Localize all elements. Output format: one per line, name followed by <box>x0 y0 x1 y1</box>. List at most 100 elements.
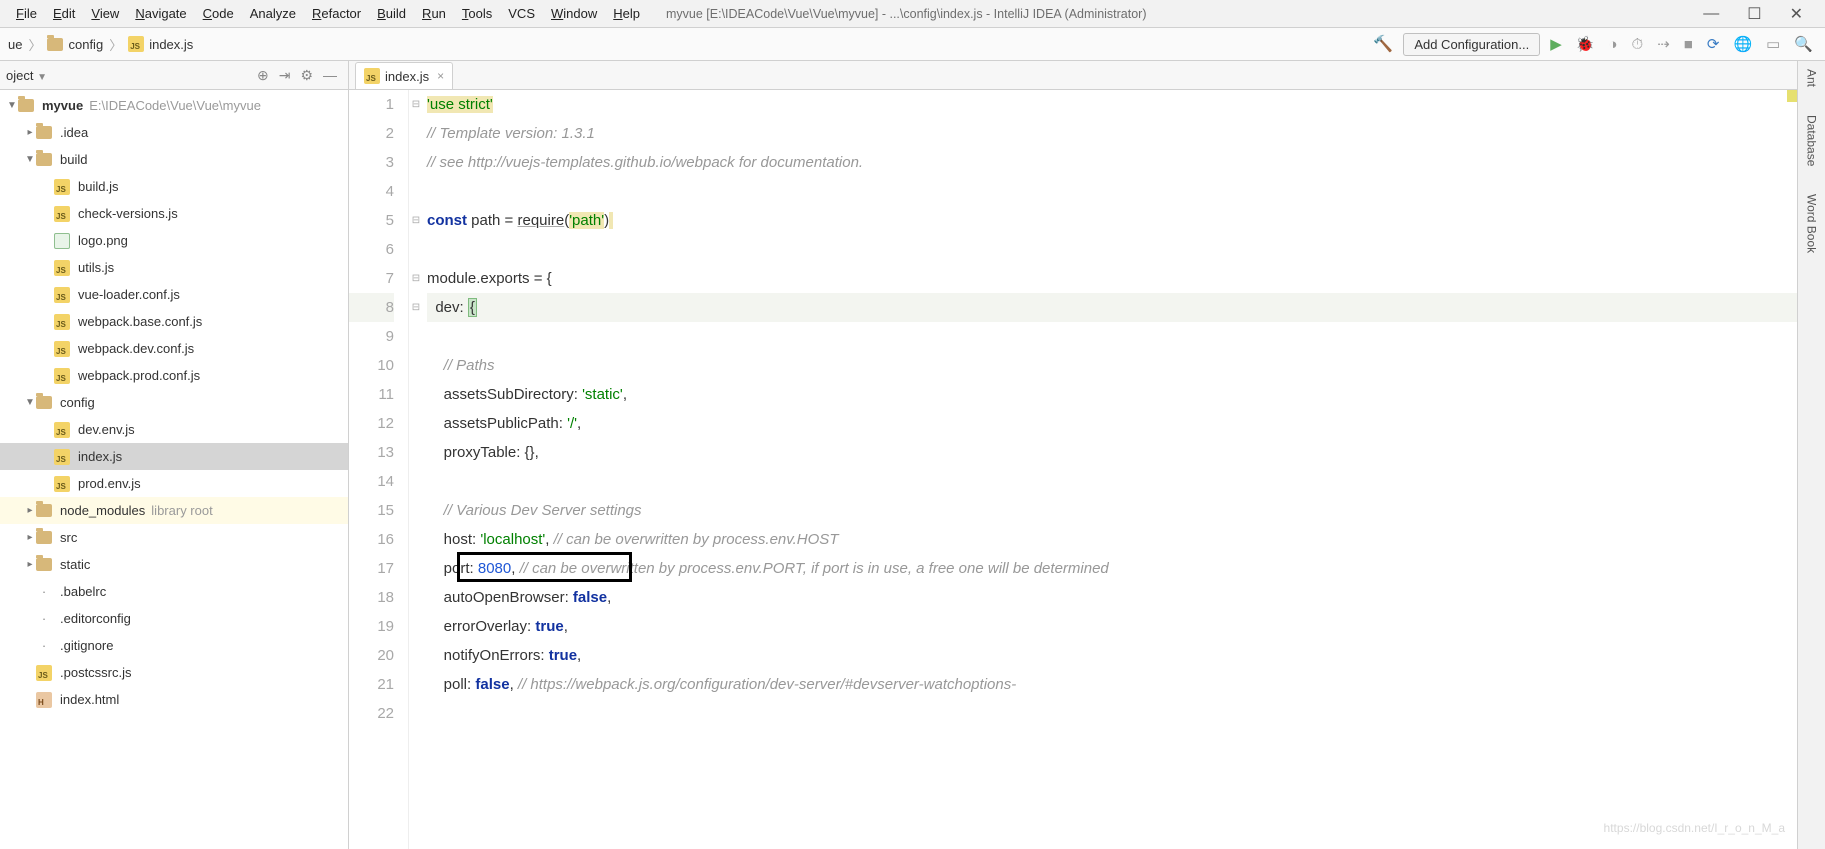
breadcrumb-config[interactable]: config <box>43 37 107 52</box>
code-line-19[interactable]: errorOverlay: true, <box>427 612 1797 641</box>
menu-vcs[interactable]: VCS <box>500 6 543 21</box>
tree-item-webpack-base-conf-js[interactable]: JSwebpack.base.conf.js <box>0 308 348 335</box>
tree-item-dev-env-js[interactable]: JSdev.env.js <box>0 416 348 443</box>
tree-root[interactable]: ▼myvueE:\IDEACode\Vue\Vue\myvue <box>0 92 348 119</box>
tree-item-index-js[interactable]: JSindex.js <box>0 443 348 470</box>
attach-icon[interactable]: ⇢ <box>1653 35 1674 53</box>
js-file-icon: JS <box>54 422 70 438</box>
tree-item--idea[interactable]: ▸.idea <box>0 119 348 146</box>
chevron-right-icon: 〉 <box>26 35 43 54</box>
breadcrumb-root[interactable]: ue <box>4 37 26 52</box>
code-line-11[interactable]: assetsSubDirectory: 'static', <box>427 380 1797 409</box>
js-file-icon: JS <box>54 179 70 195</box>
translate-icon[interactable]: 🌐 <box>1729 35 1756 53</box>
menu-edit[interactable]: Edit <box>45 6 83 21</box>
tree-item-webpack-prod-conf-js[interactable]: JSwebpack.prod.conf.js <box>0 362 348 389</box>
tree-item--babelrc[interactable]: ·.babelrc <box>0 578 348 605</box>
menu-refactor[interactable]: Refactor <box>304 6 369 21</box>
js-file-icon: JS <box>54 476 70 492</box>
tree-item-build[interactable]: ▼build <box>0 146 348 173</box>
code-line-1[interactable]: 'use strict' <box>427 90 1797 119</box>
gear-icon[interactable]: ⚙ <box>295 67 318 84</box>
maximize-button[interactable]: ☐ <box>1733 4 1775 24</box>
close-icon[interactable]: × <box>437 69 444 83</box>
js-file-icon: JS <box>54 206 70 222</box>
code-line-5[interactable]: const path = require('path') <box>427 206 1797 235</box>
tree-item-config[interactable]: ▼config <box>0 389 348 416</box>
code-line-9[interactable] <box>427 322 1797 351</box>
stop-icon[interactable]: ■ <box>1680 36 1697 53</box>
code-line-22[interactable] <box>427 699 1797 728</box>
code-line-16[interactable]: host: 'localhost', // can be overwritten… <box>427 525 1797 554</box>
js-file-icon: JS <box>54 314 70 330</box>
tree-item-index-html[interactable]: Hindex.html <box>0 686 348 713</box>
code-line-2[interactable]: // Template version: 1.3.1 <box>427 119 1797 148</box>
tool-wordbook[interactable]: Word Book <box>1805 194 1819 253</box>
hide-icon[interactable]: ― <box>318 67 342 83</box>
tree-item-vue-loader-conf-js[interactable]: JSvue-loader.conf.js <box>0 281 348 308</box>
build-icon[interactable]: 🔨 <box>1369 34 1397 54</box>
code-content[interactable]: https://blog.csdn.net/I_r_o_n_M_a 'use s… <box>423 90 1797 849</box>
menu-build[interactable]: Build <box>369 6 414 21</box>
breadcrumb-file[interactable]: JSindex.js <box>124 36 197 52</box>
tree-item-utils-js[interactable]: JSutils.js <box>0 254 348 281</box>
tree-item--postcssrc-js[interactable]: JS.postcssrc.js <box>0 659 348 686</box>
project-panel-title[interactable]: oject ▼ <box>6 68 252 83</box>
menu-run[interactable]: Run <box>414 6 454 21</box>
expand-icon[interactable]: ⇥ <box>274 67 296 84</box>
search-icon[interactable]: 🔍 <box>1790 35 1817 53</box>
code-line-8[interactable]: dev: { <box>427 293 1797 322</box>
js-file-icon: JS <box>54 287 70 303</box>
tab-index-js[interactable]: JS index.js × <box>355 62 453 89</box>
line-gutter: 12345678910111213141516171819202122 <box>349 90 409 849</box>
code-line-20[interactable]: notifyOnErrors: true, <box>427 641 1797 670</box>
code-editor[interactable]: 12345678910111213141516171819202122 ⊟⊟⊟⊟… <box>349 90 1797 849</box>
code-line-3[interactable]: // see http://vuejs-templates.github.io/… <box>427 148 1797 177</box>
code-line-17[interactable]: port: 8080, // can be overwritten by pro… <box>427 554 1797 583</box>
tree-item-logo-png[interactable]: logo.png <box>0 227 348 254</box>
menu-help[interactable]: Help <box>605 6 648 21</box>
code-line-14[interactable] <box>427 467 1797 496</box>
run-icon[interactable]: ▶ <box>1546 35 1566 53</box>
debug-icon[interactable]: 🐞 <box>1572 35 1599 53</box>
code-line-6[interactable] <box>427 235 1797 264</box>
minimize-button[interactable]: ― <box>1689 5 1733 23</box>
locate-icon[interactable]: ⊕ <box>252 67 274 84</box>
tool-ant[interactable]: Ant <box>1805 69 1819 87</box>
code-line-12[interactable]: assetsPublicPath: '/', <box>427 409 1797 438</box>
tree-item-static[interactable]: ▸static <box>0 551 348 578</box>
image-file-icon <box>54 233 70 249</box>
menu-window[interactable]: Window <box>543 6 605 21</box>
code-line-7[interactable]: module.exports = { <box>427 264 1797 293</box>
menu-analyze[interactable]: Analyze <box>242 6 304 21</box>
js-file-icon: JS <box>54 341 70 357</box>
project-tree[interactable]: ▼myvueE:\IDEACode\Vue\Vue\myvue▸.idea▼bu… <box>0 90 348 849</box>
profile-icon[interactable]: ⏱ <box>1628 36 1648 53</box>
code-line-18[interactable]: autoOpenBrowser: false, <box>427 583 1797 612</box>
tree-item-prod-env-js[interactable]: JSprod.env.js <box>0 470 348 497</box>
menu-view[interactable]: View <box>83 6 127 21</box>
tool-database[interactable]: Database <box>1805 115 1819 166</box>
menu-code[interactable]: Code <box>195 6 242 21</box>
menu-file[interactable]: File <box>8 6 45 21</box>
code-line-15[interactable]: // Various Dev Server settings <box>427 496 1797 525</box>
editor-tabs: JS index.js × <box>349 61 1797 90</box>
close-button[interactable]: ✕ <box>1776 4 1817 24</box>
tree-item--editorconfig[interactable]: ·.editorconfig <box>0 605 348 632</box>
menu-tools[interactable]: Tools <box>454 6 500 21</box>
code-line-4[interactable] <box>427 177 1797 206</box>
tree-item-build-js[interactable]: JSbuild.js <box>0 173 348 200</box>
coverage-icon[interactable]: ◑ <box>1604 36 1621 53</box>
tree-item-src[interactable]: ▸src <box>0 524 348 551</box>
menu-navigate[interactable]: Navigate <box>127 6 194 21</box>
code-line-10[interactable]: // Paths <box>427 351 1797 380</box>
add-configuration-button[interactable]: Add Configuration... <box>1403 33 1540 56</box>
tree-item-check-versions-js[interactable]: JScheck-versions.js <box>0 200 348 227</box>
tree-item--gitignore[interactable]: ·.gitignore <box>0 632 348 659</box>
tree-item-node_modules[interactable]: ▸node_moduleslibrary root <box>0 497 348 524</box>
update-icon[interactable]: ⟳ <box>1703 35 1724 53</box>
code-line-13[interactable]: proxyTable: {}, <box>427 438 1797 467</box>
code-line-21[interactable]: poll: false, // https://webpack.js.org/c… <box>427 670 1797 699</box>
tree-item-webpack-dev-conf-js[interactable]: JSwebpack.dev.conf.js <box>0 335 348 362</box>
layout-icon[interactable]: ▭ <box>1762 35 1784 53</box>
